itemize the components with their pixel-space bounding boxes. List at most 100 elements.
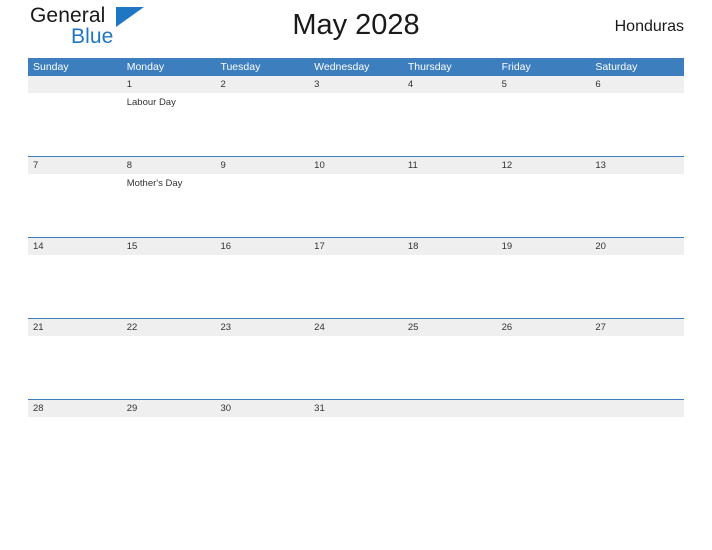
week-daynumber-band: 21 22 23 24 25 26 27 — [28, 319, 684, 336]
weekday-header-sunday: Sunday — [33, 61, 69, 73]
day-cell[interactable] — [590, 417, 684, 480]
day-number[interactable]: 11 — [403, 157, 497, 174]
day-cell[interactable] — [215, 93, 309, 156]
day-cell[interactable] — [28, 174, 122, 237]
day-number[interactable] — [590, 400, 684, 417]
day-cell[interactable] — [403, 336, 497, 399]
day-number[interactable]: 21 — [28, 319, 122, 336]
day-cell[interactable] — [590, 174, 684, 237]
day-number[interactable]: 15 — [122, 238, 216, 255]
day-cell[interactable] — [403, 93, 497, 156]
weekday-header-wednesday: Wednesday — [314, 61, 370, 73]
week-event-band — [28, 255, 684, 318]
day-cell[interactable] — [590, 93, 684, 156]
day-number[interactable]: 7 — [28, 157, 122, 174]
day-cell[interactable] — [497, 255, 591, 318]
week-row: 21 22 23 24 25 26 27 — [28, 318, 684, 399]
day-number[interactable]: 9 — [215, 157, 309, 174]
week-row: 1 2 3 4 5 6 Labour Day — [28, 76, 684, 156]
week-event-band — [28, 417, 684, 480]
day-number[interactable]: 1 — [122, 76, 216, 93]
day-number[interactable]: 26 — [497, 319, 591, 336]
day-number[interactable]: 4 — [403, 76, 497, 93]
week-daynumber-band: 14 15 16 17 18 19 20 — [28, 238, 684, 255]
day-cell[interactable] — [28, 255, 122, 318]
week-row: 7 8 9 10 11 12 13 Mother's Day — [28, 156, 684, 237]
day-number[interactable]: 2 — [215, 76, 309, 93]
day-cell[interactable] — [122, 417, 216, 480]
day-number[interactable]: 5 — [497, 76, 591, 93]
day-cell[interactable] — [403, 255, 497, 318]
day-cell[interactable] — [497, 174, 591, 237]
day-number[interactable]: 22 — [122, 319, 216, 336]
page-title: May 2028 — [292, 9, 420, 41]
day-number[interactable]: 10 — [309, 157, 403, 174]
weekday-header-saturday: Saturday — [595, 61, 638, 73]
day-event-label: Labour Day — [126, 97, 176, 108]
day-cell[interactable] — [215, 174, 309, 237]
day-number[interactable]: 29 — [122, 400, 216, 417]
day-number[interactable]: 18 — [403, 238, 497, 255]
week-daynumber-band: 1 2 3 4 5 6 — [28, 76, 684, 93]
week-row: 28 29 30 31 — [28, 399, 684, 480]
day-number[interactable]: 28 — [28, 400, 122, 417]
day-cell[interactable] — [497, 93, 591, 156]
page-header: General Blue May 2028 Honduras — [28, 0, 684, 58]
day-number[interactable] — [28, 76, 122, 93]
day-number[interactable]: 20 — [590, 238, 684, 255]
day-number[interactable]: 17 — [309, 238, 403, 255]
day-cell[interactable] — [28, 93, 122, 156]
day-cell[interactable] — [215, 417, 309, 480]
week-daynumber-band: 7 8 9 10 11 12 13 — [28, 157, 684, 174]
day-number[interactable]: 3 — [309, 76, 403, 93]
day-cell[interactable] — [590, 255, 684, 318]
day-number[interactable]: 12 — [497, 157, 591, 174]
day-number[interactable] — [497, 400, 591, 417]
day-cell[interactable] — [403, 417, 497, 480]
day-cell[interactable]: Mother's Day — [122, 174, 216, 237]
day-cell[interactable] — [215, 336, 309, 399]
day-number[interactable] — [403, 400, 497, 417]
day-cell[interactable]: Labour Day — [122, 93, 216, 156]
day-cell[interactable] — [403, 174, 497, 237]
day-cell[interactable] — [497, 336, 591, 399]
day-number[interactable]: 14 — [28, 238, 122, 255]
day-cell[interactable] — [122, 255, 216, 318]
day-cell[interactable] — [28, 336, 122, 399]
weekday-header-friday: Friday — [501, 61, 531, 73]
day-cell[interactable] — [215, 255, 309, 318]
day-number[interactable]: 27 — [590, 319, 684, 336]
day-cell[interactable] — [309, 417, 403, 480]
week-event-band: Mother's Day — [28, 174, 684, 237]
day-number[interactable]: 6 — [590, 76, 684, 93]
day-cell[interactable] — [28, 417, 122, 480]
week-event-band: Labour Day — [28, 93, 684, 156]
day-cell[interactable] — [309, 174, 403, 237]
weekday-header-tuesday: Tuesday — [220, 61, 261, 73]
day-number[interactable]: 19 — [497, 238, 591, 255]
day-number[interactable]: 8 — [122, 157, 216, 174]
calendar-grid: Sunday Monday Tuesday Wednesday Thursday… — [28, 58, 684, 480]
day-cell[interactable] — [309, 93, 403, 156]
day-cell[interactable] — [497, 417, 591, 480]
day-number[interactable]: 24 — [309, 319, 403, 336]
day-cell[interactable] — [590, 336, 684, 399]
day-number[interactable]: 23 — [215, 319, 309, 336]
week-daynumber-band: 28 29 30 31 — [28, 400, 684, 417]
day-number[interactable]: 25 — [403, 319, 497, 336]
day-number[interactable]: 16 — [215, 238, 309, 255]
weekday-header-thursday: Thursday — [407, 61, 452, 73]
day-event-label: Mother's Day — [126, 178, 183, 189]
day-cell[interactable] — [309, 255, 403, 318]
weekday-header-monday: Monday — [126, 61, 165, 73]
day-number[interactable]: 13 — [590, 157, 684, 174]
day-number[interactable]: 31 — [309, 400, 403, 417]
weekday-header-row: Sunday Monday Tuesday Wednesday Thursday… — [28, 58, 684, 76]
calendar-page: General Blue May 2028 Honduras Sunday Mo… — [0, 0, 712, 550]
country-label: Honduras — [614, 18, 684, 35]
week-row: 14 15 16 17 18 19 20 — [28, 237, 684, 318]
day-cell[interactable] — [122, 336, 216, 399]
week-event-band — [28, 336, 684, 399]
day-number[interactable]: 30 — [215, 400, 309, 417]
day-cell[interactable] — [309, 336, 403, 399]
